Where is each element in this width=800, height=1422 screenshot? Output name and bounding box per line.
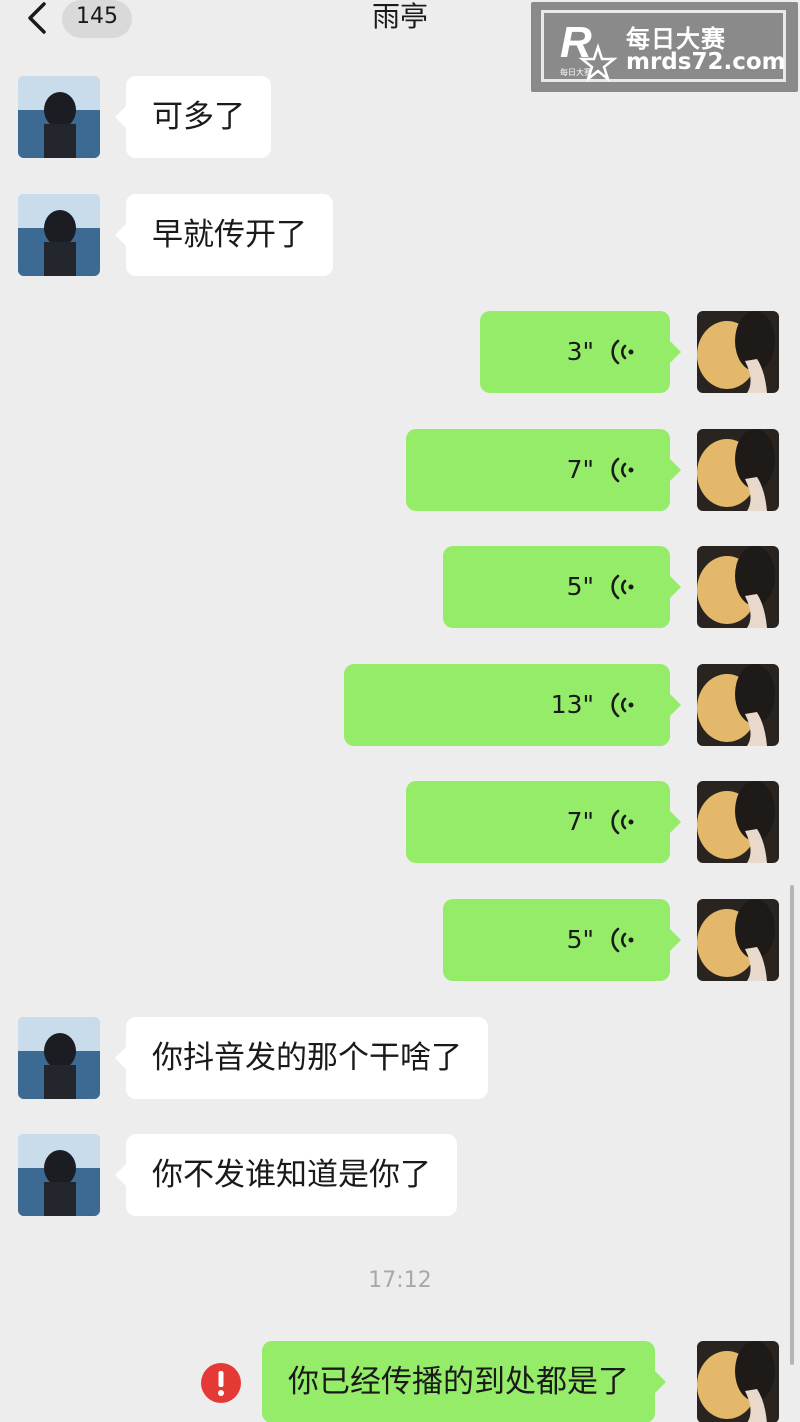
send-failed-icon[interactable]	[200, 1362, 242, 1404]
chat-title: 雨亭	[371, 0, 428, 33]
my-avatar-image	[697, 899, 779, 981]
voice-message-bubble[interactable]: 5"	[443, 546, 681, 628]
voice-message-bubble[interactable]: 7"	[406, 781, 681, 863]
contact-avatar-image	[18, 1017, 100, 1099]
voice-message-bubble[interactable]: 5"	[443, 899, 681, 981]
my-avatar[interactable]	[697, 1341, 779, 1422]
voice-wave-icon	[611, 692, 634, 718]
contact-avatar[interactable]	[18, 76, 100, 158]
voice-wave-icon	[611, 457, 634, 483]
my-avatar[interactable]	[697, 781, 779, 863]
watermark-logo-icon: R 每日大赛	[560, 18, 618, 81]
voice-duration: 5"	[566, 572, 594, 601]
message-text: 可多了	[152, 99, 245, 135]
voice-duration: 5"	[566, 925, 594, 954]
contact-avatar[interactable]	[18, 194, 100, 276]
watermark-logo-text: 每日大赛	[560, 67, 592, 77]
my-avatar-image	[697, 1341, 779, 1422]
contact-avatar-image	[18, 1134, 100, 1216]
voice-wave-icon	[611, 927, 634, 953]
voice-duration: 7"	[566, 455, 594, 484]
message-text: 你已经传播的到处都是了	[288, 1364, 629, 1400]
contact-avatar[interactable]	[18, 1017, 100, 1099]
chat-screen: 145 雨亭 R 每日大赛 每日大赛 mrds72.com 可多了 早就传开了 …	[0, 0, 800, 1422]
voice-message-bubble[interactable]: 3"	[480, 311, 681, 393]
unread-count-badge[interactable]: 145	[62, 0, 132, 38]
message-text: 你不发谁知道是你了	[152, 1157, 431, 1193]
my-avatar[interactable]	[697, 899, 779, 981]
my-avatar-image	[697, 664, 779, 746]
received-message-bubble[interactable]: 你抖音发的那个干啥了	[115, 1017, 488, 1099]
contact-avatar-image	[18, 76, 100, 158]
chat-scrollbar[interactable]	[790, 885, 794, 1365]
voice-wave-icon	[611, 809, 634, 835]
voice-duration: 3"	[566, 337, 594, 366]
my-avatar-image	[697, 781, 779, 863]
my-avatar[interactable]	[697, 546, 779, 628]
contact-avatar-image	[18, 194, 100, 276]
voice-message-bubble[interactable]: 13"	[344, 664, 681, 746]
site-watermark: R 每日大赛 每日大赛 mrds72.com	[531, 2, 798, 92]
my-avatar[interactable]	[697, 311, 779, 393]
voice-wave-icon	[611, 574, 634, 600]
received-message-bubble[interactable]: 早就传开了	[115, 194, 333, 276]
watermark-frame: R 每日大赛 每日大赛 mrds72.com	[541, 10, 786, 82]
voice-duration: 7"	[566, 807, 594, 836]
message-text: 你抖音发的那个干啥了	[152, 1040, 462, 1076]
my-avatar-image	[697, 429, 779, 511]
received-message-bubble[interactable]: 你不发谁知道是你了	[115, 1134, 457, 1216]
contact-avatar[interactable]	[18, 1134, 100, 1216]
my-avatar[interactable]	[697, 664, 779, 746]
my-avatar[interactable]	[697, 429, 779, 511]
back-arrow-icon[interactable]	[22, 0, 52, 36]
message-timestamp: 17:12	[368, 1268, 432, 1293]
voice-duration: 13"	[550, 690, 594, 719]
my-avatar-image	[697, 546, 779, 628]
watermark-url: mrds72.com	[626, 49, 786, 75]
received-message-bubble[interactable]: 可多了	[115, 76, 271, 158]
sent-message-bubble[interactable]: 你已经传播的到处都是了	[262, 1341, 666, 1422]
voice-wave-icon	[611, 339, 634, 365]
voice-message-bubble[interactable]: 7"	[406, 429, 681, 511]
my-avatar-image	[697, 311, 779, 393]
message-text: 早就传开了	[152, 217, 307, 253]
